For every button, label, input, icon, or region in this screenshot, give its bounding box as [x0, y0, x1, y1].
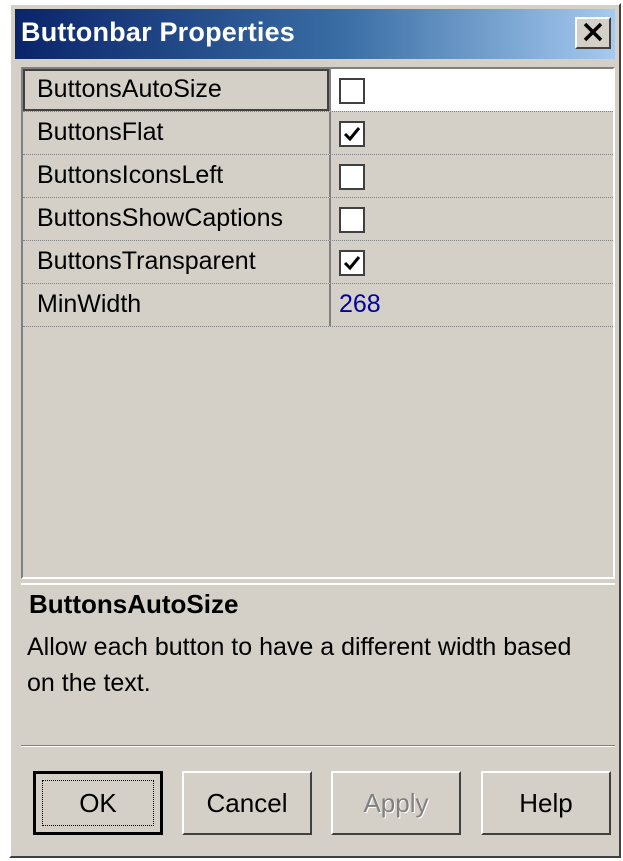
property-name: ButtonsIconsLeft	[37, 161, 224, 189]
description-title: ButtonsAutoSize	[29, 589, 239, 619]
property-grid: ButtonsAutoSize ButtonsFlat ButtonsIcons…	[21, 67, 615, 579]
divider	[21, 745, 615, 747]
apply-button[interactable]: Apply	[331, 771, 461, 835]
property-row-buttons-icons-left[interactable]: ButtonsIconsLeft	[23, 155, 613, 198]
column-separator	[329, 284, 331, 326]
property-row-min-width[interactable]: MinWidth 268	[23, 284, 613, 327]
column-separator	[329, 241, 331, 283]
min-width-value[interactable]: 268	[339, 290, 381, 319]
description-text: Allow each button to have a different wi…	[27, 633, 572, 697]
close-icon	[583, 19, 603, 47]
property-row-buttons-show-captions[interactable]: ButtonsShowCaptions	[23, 198, 613, 241]
properties-dialog: Buttonbar Properties ButtonsAutoSize But…	[9, 3, 621, 858]
help-button-label: Help	[519, 787, 573, 818]
column-separator	[329, 155, 331, 197]
property-name: ButtonsAutoSize	[37, 75, 222, 103]
property-name: ButtonsShowCaptions	[37, 204, 283, 232]
focus-rectangle	[42, 780, 154, 826]
description-panel: ButtonsAutoSize Allow each button to hav…	[21, 583, 615, 743]
ok-button[interactable]: OK	[33, 771, 163, 835]
apply-button-label: Apply	[363, 787, 429, 818]
column-separator	[329, 112, 331, 154]
property-name: MinWidth	[37, 290, 142, 318]
buttons-transparent-checkbox[interactable]	[339, 250, 365, 276]
property-row-buttons-auto-size[interactable]: ButtonsAutoSize	[23, 69, 613, 112]
buttons-auto-size-checkbox[interactable]	[339, 78, 365, 104]
buttons-icons-left-checkbox[interactable]	[339, 164, 365, 190]
window-title: Buttonbar Properties	[21, 17, 296, 47]
buttons-show-captions-checkbox[interactable]	[339, 207, 365, 233]
property-row-buttons-flat[interactable]: ButtonsFlat	[23, 112, 613, 155]
property-name: ButtonsTransparent	[37, 247, 256, 275]
buttons-flat-checkbox[interactable]	[339, 121, 365, 147]
title-bar[interactable]: Buttonbar Properties	[15, 9, 615, 59]
checkmark-icon	[343, 127, 361, 142]
cancel-button-label: Cancel	[206, 787, 288, 818]
column-separator	[329, 198, 331, 240]
property-row-buttons-transparent[interactable]: ButtonsTransparent	[23, 241, 613, 284]
column-separator	[329, 69, 331, 111]
property-name: ButtonsFlat	[37, 118, 164, 146]
help-button[interactable]: Help	[481, 771, 611, 835]
checkmark-icon	[343, 256, 361, 271]
cancel-button[interactable]: Cancel	[182, 771, 312, 835]
value-cell	[331, 69, 613, 111]
close-button[interactable]	[575, 17, 611, 49]
